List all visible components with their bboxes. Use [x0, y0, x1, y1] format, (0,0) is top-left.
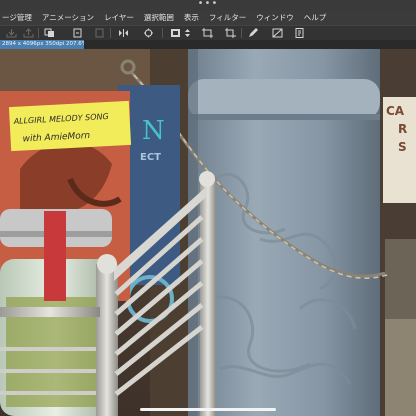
sticky-note: ALLGIRL MELODY SONG with AmieMorn	[8, 100, 132, 152]
sign-letter-1: CA	[386, 104, 405, 118]
sign-letter-2: R	[398, 122, 407, 136]
document-icon[interactable]	[294, 28, 305, 38]
curb	[385, 319, 416, 416]
menu-help[interactable]: ヘルプ	[299, 10, 332, 25]
menu-window[interactable]: ウィンドウ	[251, 10, 299, 25]
artwork-canvas[interactable]: CA R S N ECT ALLGIRL MELODY SONG with Am…	[0, 49, 416, 416]
transform-icon[interactable]	[202, 28, 213, 38]
menu-selection[interactable]: 選択範囲	[139, 10, 179, 25]
rotate-icon[interactable]	[143, 28, 154, 38]
toolbar-separator	[38, 28, 39, 38]
illustration: CA R S N ECT ALLGIRL MELODY SONG with Am…	[0, 49, 416, 416]
home-indicator[interactable]	[140, 408, 276, 411]
layer-copy-icon[interactable]	[44, 28, 55, 38]
poster-letter: N	[142, 116, 165, 146]
menu-page-management[interactable]: ージ管理	[0, 10, 37, 25]
export-icon[interactable]	[23, 28, 34, 38]
command-bar	[0, 25, 416, 41]
fill-icon[interactable]	[170, 28, 181, 38]
menu-bar: ージ管理 アニメーション レイヤー 選択範囲 表示 フィルター ウィンドウ ヘル…	[0, 10, 416, 25]
menu-filter[interactable]: フィルター	[204, 10, 251, 25]
menu-layer[interactable]: レイヤー	[99, 10, 139, 25]
pillar-left-shadow	[188, 49, 198, 416]
toolbar-separator	[110, 28, 111, 38]
undo-icon[interactable]	[72, 28, 83, 38]
adjust-icon[interactable]	[272, 28, 283, 38]
flip-horizontal-icon[interactable]	[118, 28, 129, 38]
stepper-icon[interactable]	[182, 28, 193, 38]
toolbar-separator	[241, 28, 242, 38]
crop-icon[interactable]	[225, 28, 236, 38]
menu-view[interactable]: 表示	[179, 10, 204, 25]
save-icon[interactable]	[6, 28, 17, 38]
jar-red-band	[44, 211, 66, 301]
toolbar-separator	[162, 28, 163, 38]
multitask-dots[interactable]: •••	[196, 0, 220, 10]
canvas-tab[interactable]: 2894 x 4096px 350dpi 207.6%)	[0, 40, 84, 49]
pillar-cap	[188, 79, 380, 119]
paint-app: ••• ージ管理 アニメーション レイヤー 選択範囲 表示 フィルター ウィンド…	[0, 0, 416, 416]
canvas-tab-bar: 2894 x 4096px 350dpi 207.6%)	[0, 40, 416, 49]
redo-icon[interactable]	[94, 28, 105, 38]
poster-word: ECT	[140, 152, 161, 163]
pillar-cap-shadow	[188, 114, 380, 120]
sign-letter-3: S	[398, 140, 407, 154]
multitask-handle-bar[interactable]: •••	[0, 0, 416, 10]
pen-icon[interactable]	[248, 28, 259, 38]
menu-animation[interactable]: アニメーション	[37, 10, 99, 25]
